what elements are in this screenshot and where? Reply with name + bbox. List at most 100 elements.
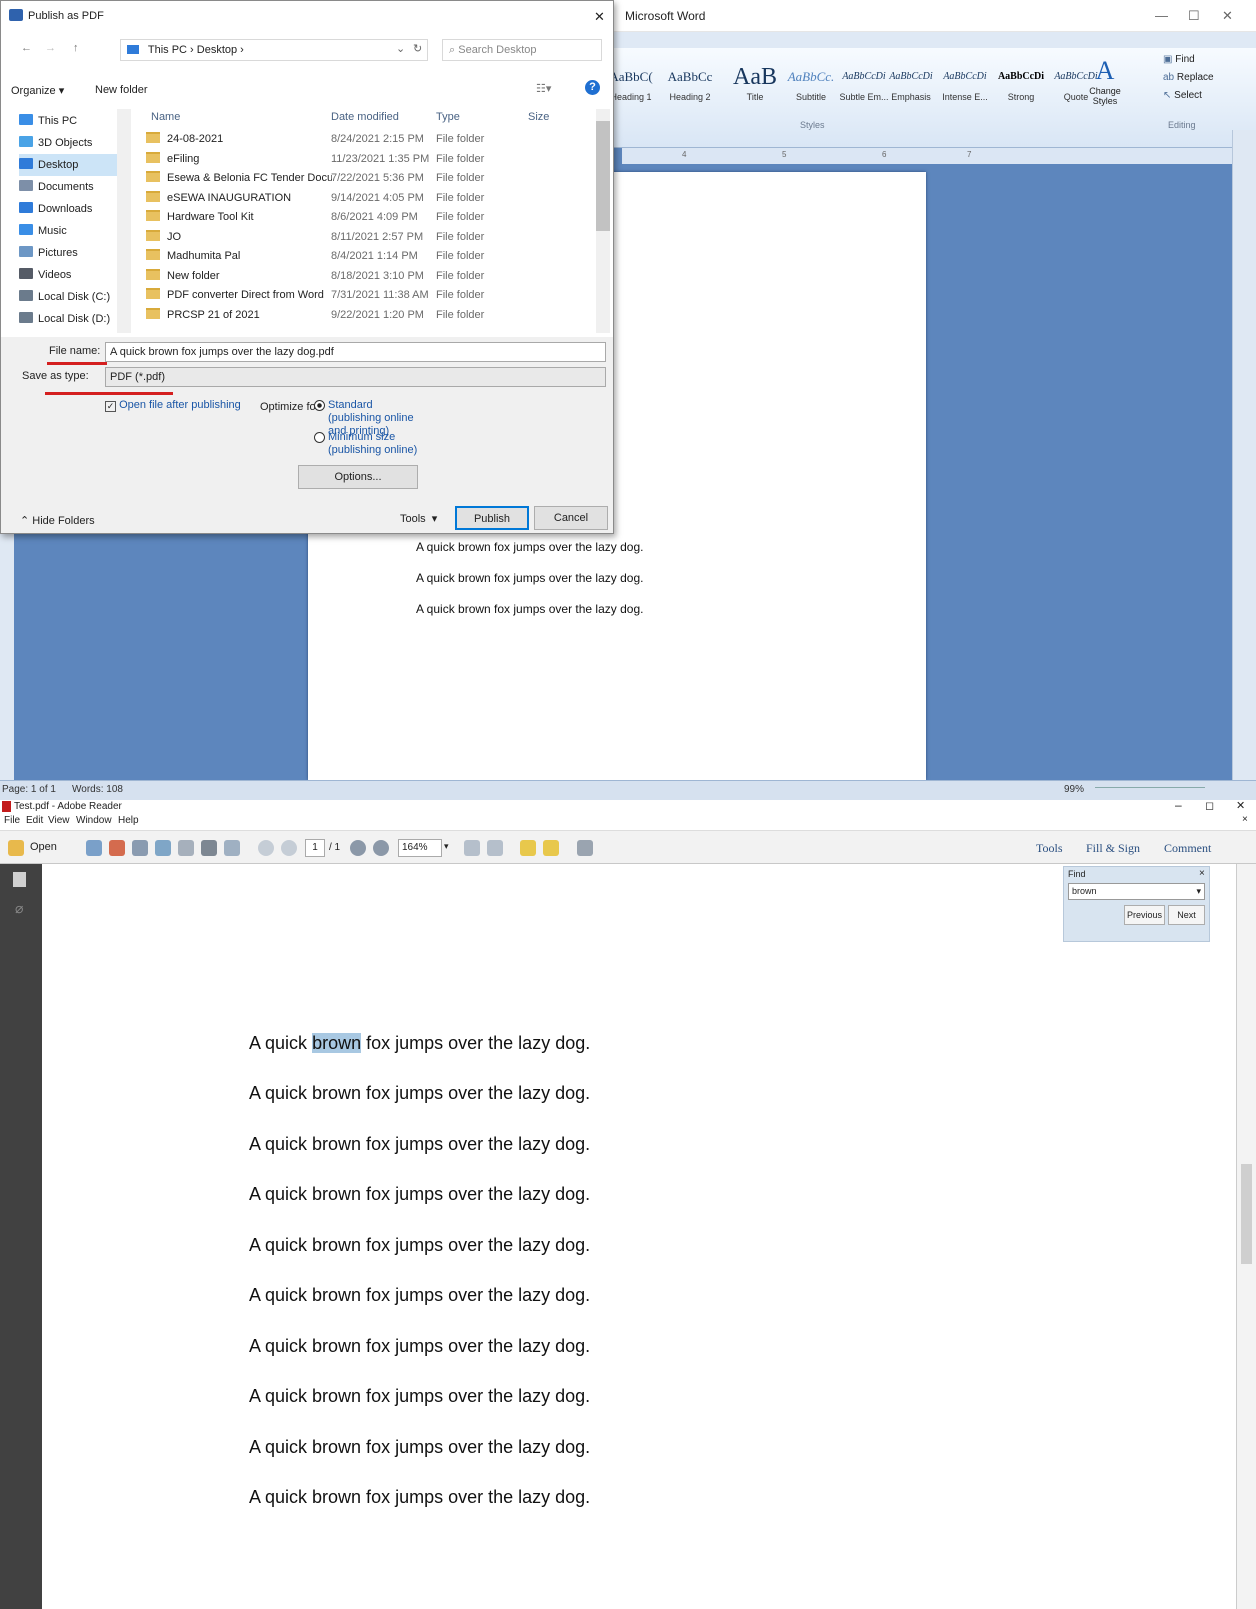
column-header-name[interactable]: Name <box>151 111 180 123</box>
find-next-button[interactable]: Next <box>1168 905 1205 925</box>
save-type-select[interactable]: PDF (*.pdf) <box>105 367 606 387</box>
fill-sign-button[interactable]: Fill & Sign <box>1086 841 1140 856</box>
nav-item[interactable]: Documents <box>19 176 117 198</box>
page-thumbnails-icon[interactable] <box>13 872 26 887</box>
save-icon[interactable] <box>178 840 194 856</box>
menu-help[interactable]: Help <box>118 815 139 826</box>
tools-button[interactable]: Tools ▾ <box>400 512 437 525</box>
nav-item[interactable]: Desktop <box>19 154 117 176</box>
fit-page-icon[interactable] <box>464 840 480 856</box>
style-tile[interactable]: AaBbCc Heading 2 <box>661 62 719 110</box>
close-icon[interactable]: × <box>1199 868 1205 879</box>
chevron-down-icon[interactable]: ▾ <box>444 841 449 852</box>
scrollbar-thumb[interactable] <box>1241 1164 1252 1264</box>
close-icon[interactable]: ✕ <box>1236 799 1245 812</box>
next-page-icon[interactable] <box>281 840 297 856</box>
view-options-icon[interactable]: ☷▾ <box>536 82 551 95</box>
back-icon[interactable]: ← <box>21 42 32 54</box>
minimize-icon[interactable]: — <box>1155 8 1168 23</box>
address-bar[interactable]: This PC › Desktop › <box>120 39 428 61</box>
fit-width-icon[interactable] <box>487 840 503 856</box>
file-row[interactable]: Hardware Tool Kit 8/6/2021 4:09 PM File fo… <box>146 208 596 227</box>
style-tile[interactable]: AaBbCcDi Emphasis <box>882 62 940 110</box>
replace-button[interactable]: ab Replace <box>1163 72 1214 83</box>
file-row[interactable]: PRCSP 21 of 2021 9/22/2021 1:20 PM File fo… <box>146 306 596 325</box>
cancel-button[interactable]: Cancel <box>534 506 608 530</box>
zoom-select[interactable]: 164% <box>398 839 442 857</box>
file-row[interactable]: Esewa & Belonia FC Tender Documents7/22/… <box>146 169 596 188</box>
publish-button[interactable]: Publish <box>455 506 529 530</box>
open-button[interactable]: Open <box>30 841 57 853</box>
comment-pane-button[interactable]: Comment <box>1164 841 1211 856</box>
new-folder-button[interactable]: New folder <box>95 84 148 96</box>
file-row[interactable]: Madhumita Pal 8/4/2021 1:14 PM File folder <box>146 247 596 266</box>
cloud-icon[interactable] <box>155 840 171 856</box>
find-input[interactable]: brown ▾ <box>1068 883 1205 900</box>
menu-edit[interactable]: Edit <box>26 815 43 826</box>
find-button[interactable]: ▣ Find <box>1163 54 1195 65</box>
maximize-icon[interactable]: ☐ <box>1188 8 1200 24</box>
chevron-down-icon[interactable]: ▾ <box>1196 884 1201 899</box>
chevron-down-icon[interactable]: ⌄ <box>396 42 405 55</box>
file-row[interactable]: JO 8/11/2021 2:57 PM File folder <box>146 228 596 247</box>
style-tile[interactable]: AaB Title <box>726 62 784 110</box>
email-icon[interactable] <box>224 840 240 856</box>
file-list-scrollbar[interactable] <box>596 109 610 333</box>
create-pdf-icon[interactable] <box>86 840 102 856</box>
menu-file[interactable]: File <box>4 815 20 826</box>
page-number-input[interactable]: 1 <box>305 839 325 857</box>
nav-item[interactable]: Downloads <box>19 198 117 220</box>
column-header-type[interactable]: Type <box>436 111 460 123</box>
refresh-icon[interactable]: ↻ <box>413 42 422 55</box>
nav-item[interactable]: Videos <box>19 264 117 286</box>
hide-folders-button[interactable]: ⌃ Hide Folders <box>20 514 95 527</box>
close-document-icon[interactable]: × <box>1242 814 1248 825</box>
maximize-icon[interactable]: ◻ <box>1205 799 1214 812</box>
style-tile[interactable]: AaBbCc. Subtitle <box>782 62 840 110</box>
comment-icon[interactable] <box>520 840 536 856</box>
style-tile[interactable]: AaBbCcDi Strong <box>992 62 1050 110</box>
close-icon[interactable]: ✕ <box>594 9 605 25</box>
open-after-checkbox[interactable]: ✓ Open file after publishing <box>105 399 241 412</box>
nav-scrollbar[interactable] <box>117 109 131 333</box>
nav-item[interactable]: Pictures <box>19 242 117 264</box>
select-button[interactable]: ↖ Select <box>1163 90 1202 101</box>
breadcrumb-item[interactable]: This PC <box>148 44 187 56</box>
file-row[interactable]: New folder 8/18/2021 3:10 PM File folder <box>146 267 596 286</box>
zoom-out-icon[interactable] <box>350 840 366 856</box>
file-row[interactable]: PDF converter Direct from Word 7/31/2021 … <box>146 286 596 305</box>
menu-window[interactable]: Window <box>76 815 112 826</box>
search-input[interactable]: ⌕ Search Desktop <box>442 39 602 61</box>
highlight-icon[interactable] <box>543 840 559 856</box>
help-icon[interactable]: ? <box>585 80 600 95</box>
zoom-slider[interactable] <box>1095 787 1205 795</box>
up-icon[interactable]: ↑ <box>73 42 79 54</box>
breadcrumb-item[interactable]: Desktop <box>197 44 237 56</box>
reader-vertical-scrollbar[interactable] <box>1236 864 1256 1609</box>
attachments-icon[interactable]: ⌀ <box>15 900 23 917</box>
menu-view[interactable]: View <box>48 815 70 826</box>
zoom-in-icon[interactable] <box>373 840 389 856</box>
minimize-icon[interactable]: – <box>1175 798 1182 812</box>
find-previous-button[interactable]: Previous <box>1124 905 1165 925</box>
tools-pane-button[interactable]: Tools <box>1036 841 1063 856</box>
file-row[interactable]: eFiling 11/23/2021 1:35 PM File folder <box>146 150 596 169</box>
combine-icon[interactable] <box>109 840 125 856</box>
fullscreen-icon[interactable] <box>577 840 593 856</box>
previous-page-icon[interactable] <box>258 840 274 856</box>
print-icon[interactable] <box>201 840 217 856</box>
nav-item[interactable]: Local Disk (D:) <box>19 308 117 330</box>
options-button[interactable]: Options... <box>298 465 418 489</box>
nav-item[interactable]: This PC <box>19 110 117 132</box>
folder-open-icon[interactable] <box>8 840 24 856</box>
style-tile[interactable]: AaBbCcDi Intense E... <box>936 62 994 110</box>
edit-icon[interactable] <box>132 840 148 856</box>
file-row[interactable]: eSEWA INAUGURATION 9/14/2021 4:05 PM File … <box>146 189 596 208</box>
organize-button[interactable]: Organize ▾ <box>11 84 64 97</box>
column-header-date[interactable]: Date modified <box>331 111 399 123</box>
nav-item[interactable]: Local Disk (C:) <box>19 286 117 308</box>
file-row[interactable]: 24-08-2021 8/24/2021 2:15 PM File folder <box>146 130 596 149</box>
word-vertical-scrollbar[interactable] <box>1232 130 1256 780</box>
change-styles-button[interactable]: A Change Styles <box>1085 56 1125 112</box>
forward-icon[interactable]: → <box>45 42 56 54</box>
